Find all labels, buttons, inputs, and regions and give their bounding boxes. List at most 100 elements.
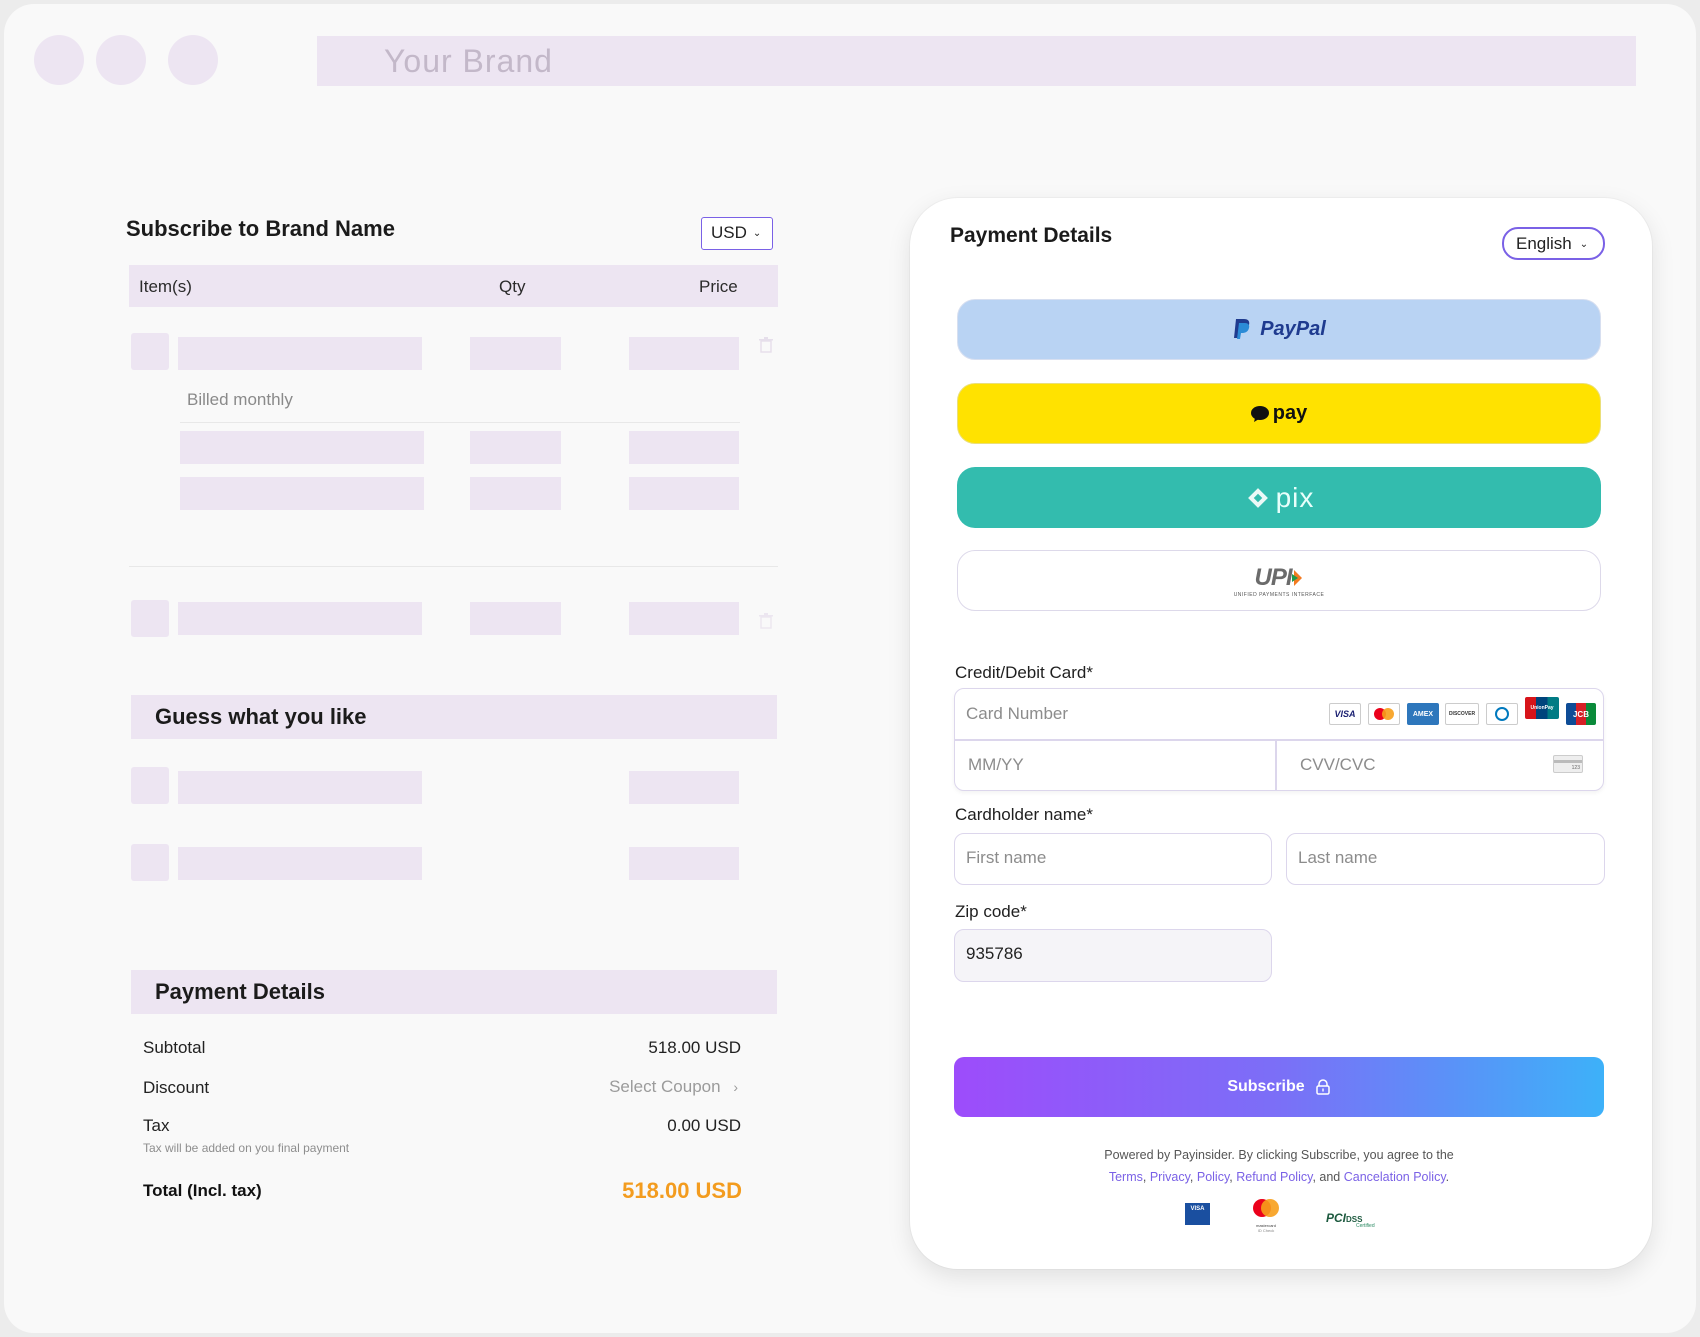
currency-select[interactable]: USD ⌄	[701, 217, 773, 250]
currency-value: USD	[711, 223, 747, 242]
mastercard-icon	[1368, 703, 1400, 725]
recommendation-thumbnail[interactable]	[131, 844, 169, 881]
language-select[interactable]: English ⌄	[1502, 227, 1605, 260]
window-close-dot[interactable]	[34, 35, 84, 85]
amex-icon: AMEX	[1407, 703, 1439, 725]
legal-prefix: Powered by Payinsider. By clicking Subsc…	[1104, 1148, 1454, 1162]
recommendation-price-placeholder	[629, 847, 739, 880]
diners-club-icon	[1486, 703, 1518, 725]
discount-label: Discount	[143, 1078, 210, 1097]
terms-link[interactable]: Terms	[1109, 1170, 1143, 1184]
upi-arrow-icon	[1291, 569, 1302, 586]
jcb-icon: JCB	[1566, 703, 1596, 725]
mastercard-badge-icon	[1253, 1199, 1279, 1217]
card-number-input[interactable]: Card Number	[966, 704, 1068, 724]
subscribe-label: Subscribe	[1227, 1078, 1305, 1095]
trash-icon[interactable]	[759, 613, 773, 629]
trash-icon[interactable]	[759, 337, 773, 353]
recommendations-header: Guess what you like	[131, 695, 777, 739]
addon-price-placeholder	[629, 431, 739, 464]
payment-card: Payment Details English ⌄ PayPal pay pix	[910, 198, 1652, 1269]
chevron-down-icon: ⌄	[1579, 239, 1589, 250]
subtotal-label: Subtotal	[143, 1038, 206, 1057]
tax-note: Tax will be added on you final payment	[143, 1141, 350, 1155]
first-name-input[interactable]: First name	[954, 833, 1272, 885]
upi-tagline: UNIFIED PAYMENTS INTERFACE	[1233, 591, 1325, 598]
payment-title: Payment Details	[950, 224, 1113, 247]
mastercard-badge-sub: ID Check	[1257, 1228, 1275, 1233]
column-items: Item(s)	[139, 277, 192, 296]
pix-button[interactable]: pix	[957, 467, 1601, 528]
cvv-input[interactable]: CVV/CVC	[1300, 755, 1376, 775]
expiry-input[interactable]: MM/YY	[968, 755, 1024, 775]
mastercard-circles-icon	[1374, 708, 1394, 720]
upi-logo: UPI UNIFIED PAYMENTS INTERFACE	[1234, 564, 1325, 598]
recommendation-thumbnail[interactable]	[131, 767, 169, 804]
summary-header: Payment Details	[131, 970, 777, 1014]
speech-bubble-icon	[1250, 405, 1269, 422]
diners-circle-icon	[1495, 707, 1509, 721]
language-value: English	[1516, 234, 1572, 253]
holder-label: Cardholder name*	[955, 805, 1093, 824]
item-thumbnail	[131, 333, 169, 370]
kakaopay-label: pay	[1272, 402, 1308, 424]
tax-value: 0.00 USD	[667, 1116, 741, 1135]
item-qty-placeholder	[470, 602, 561, 635]
item-qty-placeholder	[470, 337, 561, 370]
card-row-divider	[955, 739, 1603, 741]
upi-button[interactable]: UPI UNIFIED PAYMENTS INTERFACE	[957, 550, 1601, 611]
card-col-divider	[1275, 740, 1277, 791]
cancelation-policy-link[interactable]: Cancelation Policy	[1344, 1170, 1446, 1184]
addon-name-placeholder	[180, 477, 424, 510]
visa-badge-text: VISA	[1190, 1206, 1205, 1212]
items-table-header: Item(s) Qty Price	[129, 265, 778, 307]
kakaopay-button[interactable]: pay	[957, 383, 1601, 444]
addon-qty-placeholder	[470, 477, 561, 510]
billing-note: Billed monthly	[187, 390, 293, 409]
privacy-link[interactable]: Privacy	[1150, 1170, 1190, 1184]
lock-icon	[1315, 1079, 1330, 1095]
visa-secure-badge: VISA	[1185, 1203, 1210, 1225]
recommendation-name-placeholder	[178, 771, 422, 804]
pix-diamond-icon	[1247, 487, 1268, 508]
paypal-button[interactable]: PayPal	[957, 299, 1601, 360]
last-name-input[interactable]: Last name	[1286, 833, 1605, 885]
cvv-card-icon: 123	[1553, 755, 1583, 773]
legal-and: and	[1319, 1170, 1341, 1184]
chevron-down-icon: ⌄	[752, 228, 762, 239]
paypal-icon	[1234, 318, 1250, 339]
subscribe-button[interactable]: Subscribe	[954, 1057, 1604, 1117]
row-divider	[180, 422, 740, 423]
window-maximize-dot[interactable]	[168, 35, 218, 85]
discover-icon: DISCOVER	[1445, 703, 1479, 725]
pci-badge-text: PCI	[1326, 1211, 1347, 1225]
tax-label: Tax	[143, 1116, 170, 1135]
zip-value: 935786	[966, 944, 1023, 963]
dss-badge-sub: Certified	[1356, 1223, 1375, 1229]
recommendation-name-placeholder	[178, 847, 422, 880]
policy-link[interactable]: Policy	[1197, 1170, 1229, 1184]
window-minimize-dot[interactable]	[96, 35, 146, 85]
addon-qty-placeholder	[470, 431, 561, 464]
address-bar[interactable]: Your Brand	[317, 36, 1636, 86]
select-coupon-link[interactable]: Select Coupon ›	[438, 1077, 738, 1097]
item-thumbnail	[131, 600, 169, 637]
cvv-icon-text: 123	[1571, 765, 1580, 771]
last-name-placeholder: Last name	[1298, 848, 1378, 867]
upi-label: UPI	[1254, 563, 1292, 591]
browser-window: Your Brand Subscribe to Brand Name USD ⌄ …	[4, 4, 1696, 1333]
zip-input[interactable]: 935786	[954, 929, 1272, 982]
item-price-placeholder	[629, 337, 739, 370]
total-value: 518.00 USD	[622, 1178, 742, 1203]
legal-text: Powered by Payinsider. By clicking Subsc…	[954, 1144, 1604, 1188]
item-price-placeholder	[629, 602, 739, 635]
column-price: Price	[699, 277, 738, 296]
item-name-placeholder	[178, 337, 422, 370]
recommendation-price-placeholder	[629, 771, 739, 804]
pix-label: pix	[1275, 481, 1315, 513]
mastercard-idcheck-badge: mastercard ID Check	[1250, 1198, 1282, 1233]
section-divider	[129, 566, 778, 567]
chevron-right-icon: ›	[733, 1079, 738, 1095]
refund-policy-link[interactable]: Refund Policy	[1236, 1170, 1312, 1184]
unionpay-icon: UnionPay	[1525, 697, 1559, 719]
